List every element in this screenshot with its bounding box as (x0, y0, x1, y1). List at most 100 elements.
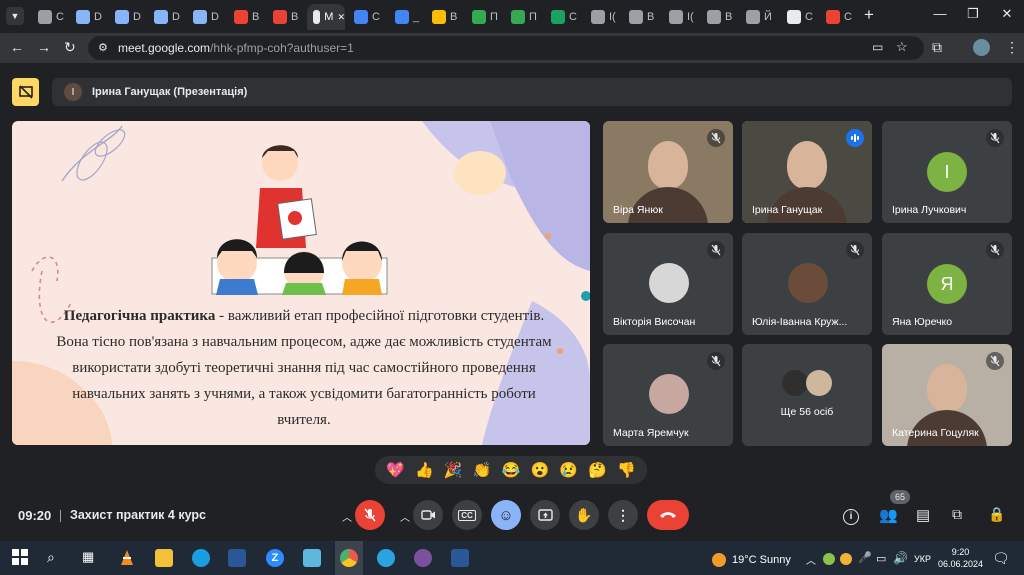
mic-off-icon (364, 508, 376, 522)
participant-tile[interactable]: Віра Янюк (603, 121, 733, 223)
browser-tab[interactable]: B (426, 4, 460, 30)
telegram-app[interactable] (377, 549, 395, 567)
tab-favicon-icon (629, 10, 643, 24)
camera-in-use-icon[interactable]: ▭ (872, 40, 883, 54)
tab-favicon-icon (591, 10, 605, 24)
browser-menu-icon[interactable]: ⋮ (1005, 39, 1019, 56)
participant-name: Катерина Гоцуляк (892, 427, 979, 439)
microphone-tray-icon[interactable]: 🎤 (858, 551, 872, 564)
reaction-emoji-button[interactable]: 😂 (502, 461, 521, 479)
more-participants-tile[interactable]: Ще 56 осіб (742, 344, 872, 446)
leave-call-button[interactable] (647, 500, 689, 530)
browser-tab[interactable]: П (505, 4, 539, 30)
browser-tab[interactable]: B (228, 4, 262, 30)
start-button[interactable] (12, 549, 30, 567)
presentation-button[interactable] (12, 78, 39, 106)
volume-icon[interactable]: 🔊 (893, 551, 908, 565)
notifications-icon[interactable]: 🗨 (992, 550, 1010, 567)
extensions-icon[interactable]: ⧉ (932, 39, 942, 56)
captions-button[interactable]: CC (452, 500, 482, 530)
host-controls-button[interactable]: 🔒 (988, 506, 1008, 526)
system-clock[interactable]: 9:20 06.06.2024 (938, 546, 983, 570)
back-button[interactable]: ← (10, 39, 24, 55)
reaction-emoji-button[interactable]: 👍 (415, 461, 434, 479)
reload-button[interactable]: ↻ (64, 39, 76, 56)
forward-button[interactable]: → (37, 39, 51, 55)
more-options-button[interactable]: ⋮ (608, 500, 638, 530)
video-options-button[interactable]: ︿ (400, 509, 410, 524)
browser-tab[interactable]: C (348, 4, 382, 30)
browser-tab[interactable]: _ (389, 4, 423, 30)
restore-button[interactable]: ❐ (958, 6, 988, 22)
snipping-app[interactable] (303, 549, 321, 567)
vlc-app[interactable] (118, 549, 136, 567)
participant-tile[interactable]: Юлія-Іванна Круж... (742, 233, 872, 335)
raise-hand-button[interactable]: ✋ (569, 500, 599, 530)
teams-app[interactable] (451, 549, 469, 567)
camera-toggle-button[interactable] (413, 500, 443, 530)
browser-tab[interactable]: B (623, 4, 657, 30)
reaction-emoji-button[interactable]: 😢 (559, 461, 578, 479)
tab-search-button[interactable]: ▼ (6, 7, 24, 25)
task-view-button[interactable]: ▦ (82, 549, 100, 567)
tray-app-icon[interactable] (823, 553, 835, 565)
participant-tile[interactable]: Вікторія Височан (603, 233, 733, 335)
edge-app[interactable] (192, 549, 210, 567)
reaction-emoji-button[interactable]: 😮 (530, 461, 549, 479)
browser-tab[interactable]: D (70, 4, 104, 30)
browser-tab[interactable]: D (109, 4, 143, 30)
browser-tab[interactable]: I( (663, 4, 697, 30)
reaction-emoji-button[interactable]: 🤔 (588, 461, 607, 479)
activities-button[interactable]: ⧉ (952, 506, 972, 526)
participant-tile[interactable]: Катерина Гоцуляк (882, 344, 1012, 446)
reaction-emoji-button[interactable]: 🎉 (444, 461, 463, 479)
browser-tab[interactable]: C (32, 4, 66, 30)
browser-tab[interactable]: D (187, 4, 221, 30)
microphone-toggle-button[interactable] (355, 500, 385, 530)
audio-options-button[interactable]: ︿ (342, 509, 352, 524)
input-language[interactable]: УКР (914, 554, 931, 564)
browser-tab[interactable]: D (148, 4, 182, 30)
search-button[interactable]: ⌕ (47, 549, 65, 567)
site-info-icon[interactable]: ⚙ (98, 41, 108, 54)
participant-figure (787, 141, 827, 189)
bookmark-star-icon[interactable]: ☆ (896, 39, 908, 55)
browser-tab[interactable]: C (545, 4, 579, 30)
close-window-button[interactable]: ✕ (992, 6, 1022, 22)
minimize-button[interactable]: — (925, 6, 955, 21)
tray-overflow-icon[interactable]: ︿ (806, 552, 816, 567)
present-screen-button[interactable] (530, 500, 560, 530)
windscribe-app[interactable] (228, 549, 246, 567)
tray-app-icon-2[interactable] (840, 553, 852, 565)
browser-toolbar: ← → ↻ ⚙ meet.google.com/hhk-pfmp-coh?aut… (0, 33, 1024, 63)
participant-tile[interactable]: Я Яна Юречко (882, 233, 1012, 335)
address-bar[interactable]: ⚙ meet.google.com/hhk-pfmp-coh?authuser=… (88, 36, 924, 60)
reaction-emoji-button[interactable]: 👏 (473, 461, 492, 479)
network-icon[interactable]: ▭ (876, 552, 886, 565)
browser-tab[interactable]: C (820, 4, 854, 30)
viber-app[interactable] (414, 549, 432, 567)
browser-tab[interactable]: B (701, 4, 735, 30)
reaction-emoji-button[interactable]: 👎 (617, 461, 636, 479)
browser-tab[interactable]: M ✕ (307, 4, 345, 30)
meeting-details-button[interactable]: i (843, 506, 863, 526)
close-tab-icon[interactable]: ✕ (337, 12, 345, 23)
new-tab-button[interactable]: + (864, 5, 874, 25)
participant-tile[interactable]: Марта Яремчук (603, 344, 733, 446)
emoji-reactions-button[interactable]: ☺ (491, 500, 521, 530)
profile-avatar[interactable] (973, 39, 990, 56)
weather-widget[interactable]: 19°C Sunny (712, 553, 791, 567)
file-explorer-app[interactable] (155, 549, 173, 567)
people-button[interactable]: 👥 (879, 506, 899, 526)
browser-tab[interactable]: I( (585, 4, 619, 30)
browser-tab[interactable]: B (267, 4, 301, 30)
participant-tile[interactable]: I Ірина Лучкович (882, 121, 1012, 223)
zoom-app[interactable]: Z (266, 549, 284, 567)
browser-tab[interactable]: Й (740, 4, 774, 30)
browser-tab[interactable]: C (781, 4, 815, 30)
reaction-emoji-button[interactable]: 💖 (386, 461, 405, 479)
chat-button[interactable]: ▤ (916, 506, 936, 526)
participant-tile[interactable]: Ірина Ганущак (742, 121, 872, 223)
meeting-clock: 09:20 (18, 508, 52, 523)
browser-tab[interactable]: П (466, 4, 500, 30)
